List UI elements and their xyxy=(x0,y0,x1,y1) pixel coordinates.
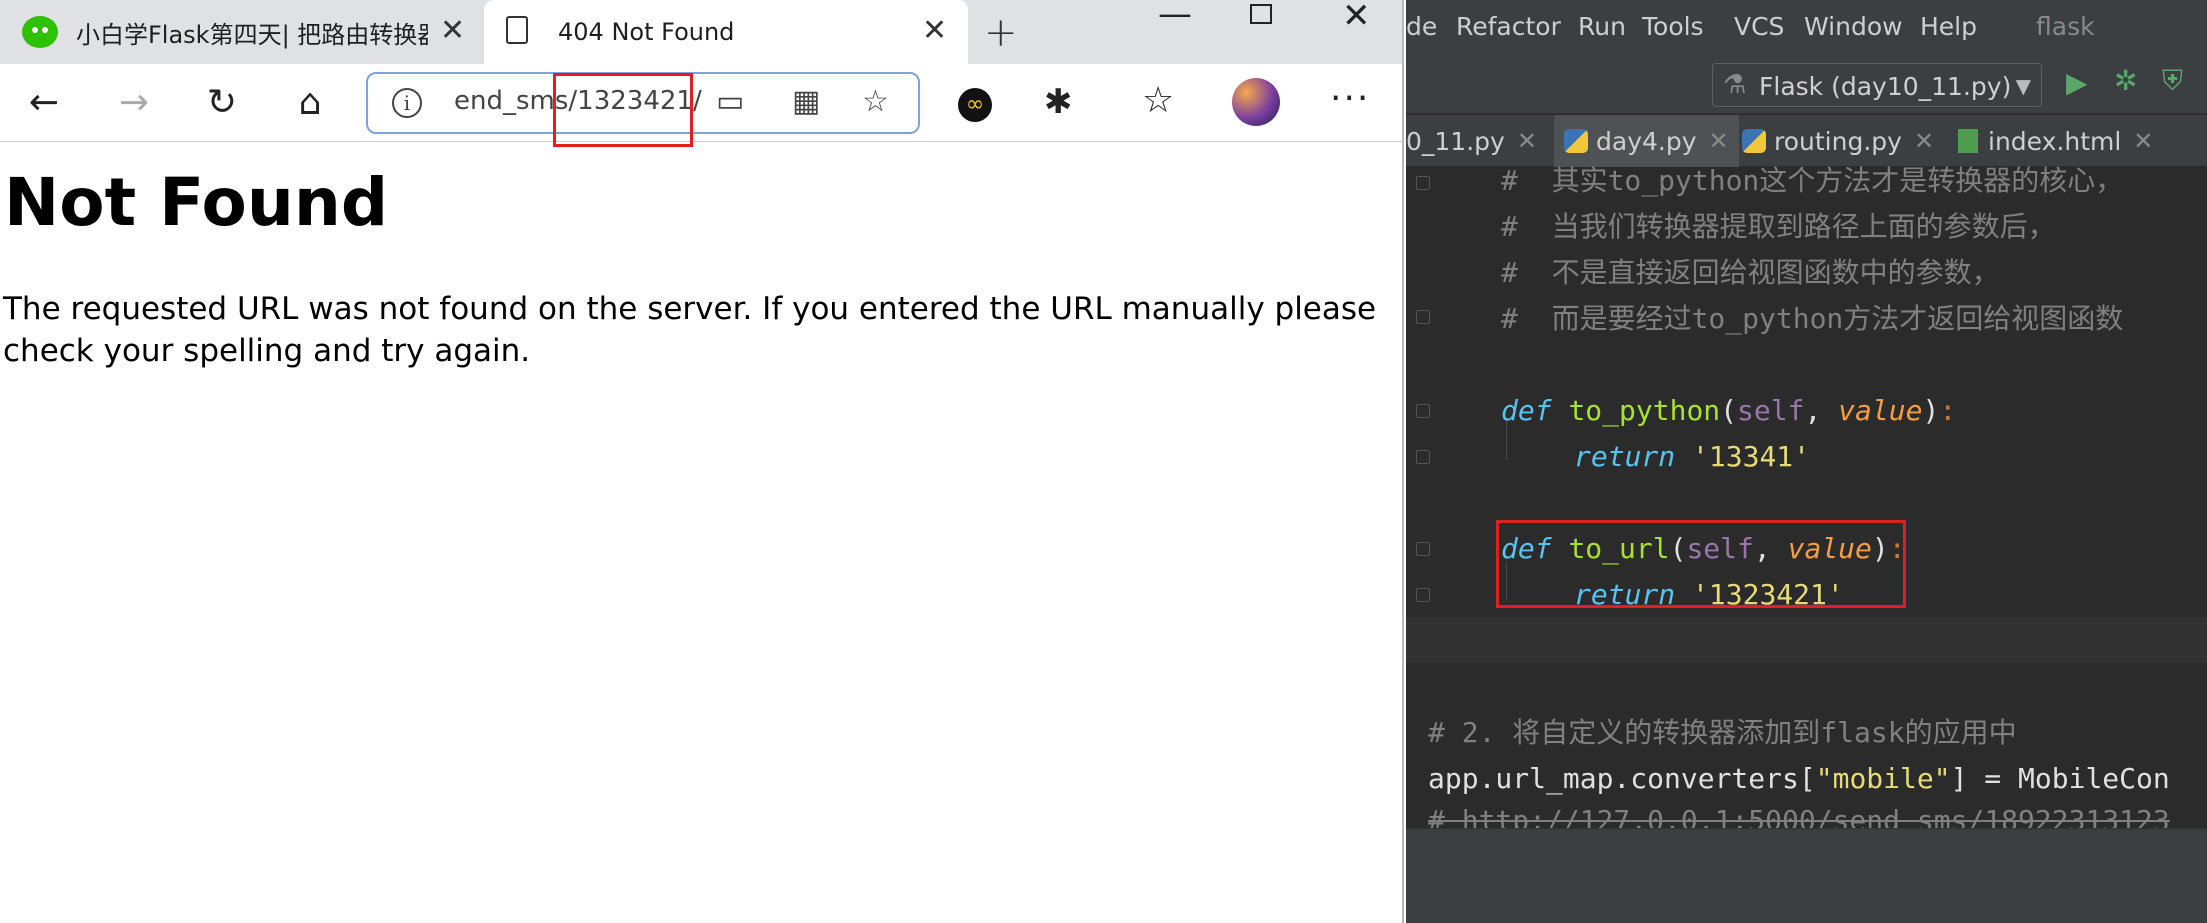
code-comment: # 不是直接返回给视图函数中的参数， xyxy=(1501,256,2000,289)
menu-code[interactable]: de xyxy=(1406,12,1437,41)
close-icon[interactable]: ✕ xyxy=(2133,127,2153,155)
coverage-icon[interactable]: ⛨ xyxy=(2162,64,2183,98)
favorites-icon[interactable]: ☆ xyxy=(1142,80,1174,121)
add-favorite-icon[interactable]: ☆ xyxy=(862,84,889,119)
menu-tools[interactable]: Tools xyxy=(1642,12,1704,41)
html-icon xyxy=(1958,129,1978,153)
extensions-puzzle-icon[interactable]: ✱ xyxy=(1044,82,1073,122)
close-tab-icon[interactable]: ✕ xyxy=(922,16,947,46)
editor-tab-label: day4.py xyxy=(1596,126,1697,156)
menu-help[interactable]: Help xyxy=(1920,12,1977,41)
code-comment: # 2. 将自定义的转换器添加到flask的应用中 xyxy=(1428,716,2017,749)
close-icon[interactable]: ✕ xyxy=(1517,127,1537,155)
python-icon xyxy=(1742,129,1766,153)
run-configuration-select[interactable]: ⚗ Flask (day10_11.py) ▼ xyxy=(1712,63,2042,107)
browser-window: 小白学Flask第四天| 把路由转换器 ✕ 404 Not Found ✕ + … xyxy=(0,0,1404,923)
debug-icon[interactable]: ✲ xyxy=(2114,64,2137,97)
ide-window: de Refactor Run Tools VCS Window Help fl… xyxy=(1406,0,2207,923)
close-icon[interactable]: ✕ xyxy=(1914,127,1934,155)
fold-marker-icon[interactable] xyxy=(1416,588,1430,602)
fold-marker-icon[interactable] xyxy=(1416,310,1430,324)
forward-button[interactable]: → xyxy=(108,76,160,128)
editor-tab-label: 0_11.py xyxy=(1406,126,1505,156)
new-tab-button[interactable]: + xyxy=(984,10,1018,56)
code-comment: # 当我们转换器提取到路径上面的参数后， xyxy=(1501,210,2056,243)
browser-tab-wechat-article[interactable]: 小白学Flask第四天| 把路由转换器 ✕ xyxy=(0,0,480,64)
menu-vcs[interactable]: VCS xyxy=(1734,12,1784,41)
fold-marker-icon[interactable] xyxy=(1416,450,1430,464)
browser-toolbar: ← → ↻ ⌂ i end_sms/1323421/ ▭ ▦ ☆ xyxy=(0,64,1402,142)
fold-marker-icon[interactable] xyxy=(1416,404,1430,418)
menu-refactor[interactable]: Refactor xyxy=(1456,12,1561,41)
back-button[interactable]: ← xyxy=(18,76,70,128)
current-line-highlight xyxy=(1406,617,2207,663)
run-configuration-label: Flask (day10_11.py) xyxy=(1759,72,2012,101)
project-name: flask xyxy=(2036,12,2095,41)
code-comment: # 其实to_python这个方法才是转换器的核心， xyxy=(1501,164,2124,197)
minimize-button[interactable]: — xyxy=(1158,0,1192,34)
profile-avatar[interactable] xyxy=(1232,78,1280,126)
code-comment: # 而是要经过to_python方法才返回给视图函数 xyxy=(1501,302,2124,335)
ide-status-bar xyxy=(1406,828,2207,923)
maximize-button[interactable] xyxy=(1250,4,1272,24)
menu-run[interactable]: Run xyxy=(1578,12,1626,41)
window-close-button[interactable]: ✕ xyxy=(1342,0,1371,36)
apps-icon[interactable]: ▦ xyxy=(792,84,820,119)
close-icon[interactable]: ✕ xyxy=(1709,127,1729,155)
code-annotation-box xyxy=(1496,520,1906,608)
editor-tab-label: index.html xyxy=(1988,126,2122,156)
extension-infinity-icon[interactable]: ∞ xyxy=(958,88,992,122)
browser-tab-bar: 小白学Flask第四天| 把路由转换器 ✕ 404 Not Found ✕ + … xyxy=(0,0,1402,64)
tab-title: 小白学Flask第四天| 把路由转换器 xyxy=(76,20,428,49)
code-editor[interactable]: # 其实to_python这个方法才是转换器的核心， # 当我们转换器提取到路径… xyxy=(1406,164,2207,837)
cast-icon[interactable]: ▭ xyxy=(716,84,744,119)
run-icon[interactable]: ▶ xyxy=(2066,66,2088,99)
chevron-down-icon: ▼ xyxy=(2015,74,2031,98)
wechat-icon xyxy=(22,16,58,48)
browser-tab-404[interactable]: 404 Not Found ✕ xyxy=(484,0,968,64)
url-annotation-box xyxy=(553,73,693,147)
editor-tab-label: routing.py xyxy=(1774,126,1902,156)
more-menu-icon[interactable]: ··· xyxy=(1330,78,1370,119)
code-line-return-1: return '13341' xyxy=(1574,440,1811,473)
info-icon[interactable]: i xyxy=(392,88,422,118)
error-message: The requested URL was not found on the s… xyxy=(3,291,1377,369)
python-icon xyxy=(1564,129,1588,153)
page-icon xyxy=(506,16,528,44)
tab-title: 404 Not Found xyxy=(558,18,735,46)
ide-menu-bar: de Refactor Run Tools VCS Window Help fl… xyxy=(1406,0,2207,56)
close-tab-icon[interactable]: ✕ xyxy=(440,16,465,46)
fold-marker-icon[interactable] xyxy=(1416,176,1430,190)
fold-marker-icon[interactable] xyxy=(1416,542,1430,556)
reload-button[interactable]: ↻ xyxy=(196,76,248,128)
home-button[interactable]: ⌂ xyxy=(284,76,336,128)
code-line-register-converter: app.url_map.converters["mobile"] = Mobil… xyxy=(1428,762,2170,795)
code-line-def-to-python: def to_python(self, value): xyxy=(1501,394,1957,427)
flask-icon: ⚗ xyxy=(1723,70,1747,100)
page-title: Not Found xyxy=(4,164,389,241)
ide-toolbar: ⚗ Flask (day10_11.py) ▼ ▶ ✲ ⛨ xyxy=(1406,56,2207,114)
menu-window[interactable]: Window xyxy=(1804,12,1903,41)
